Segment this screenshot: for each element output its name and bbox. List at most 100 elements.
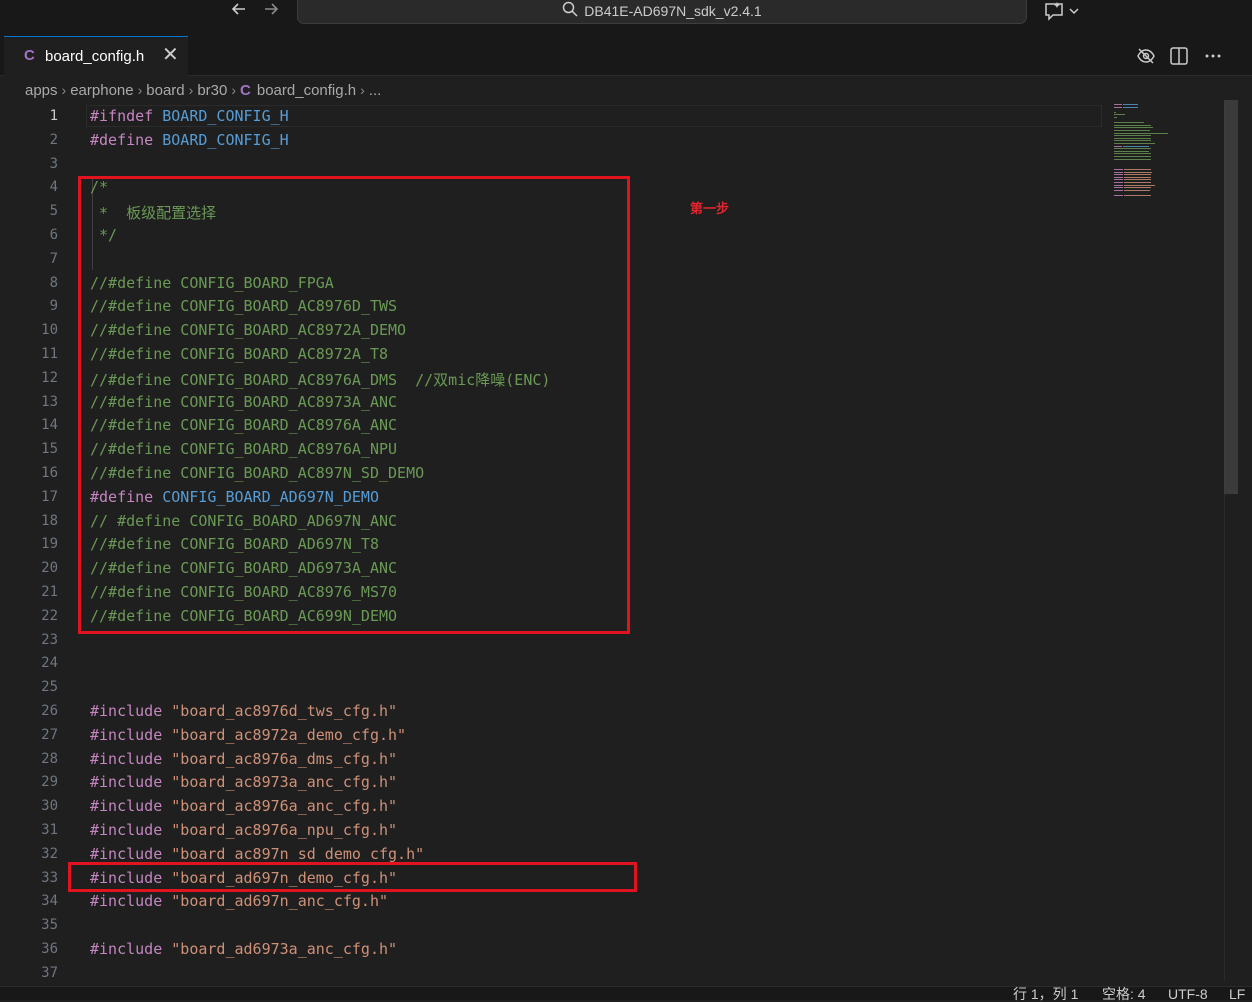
minimap-line bbox=[1122, 106, 1139, 108]
line-number: 3 bbox=[49, 155, 58, 172]
line-source: #include "board_ac8973a_anc_cfg.h" bbox=[90, 773, 397, 791]
line-source: #include "board_ac8976d_tws_cfg.h" bbox=[90, 702, 397, 720]
minimap-line bbox=[1123, 176, 1152, 178]
code-token: #include bbox=[90, 940, 163, 958]
scrollbar-thumb[interactable] bbox=[1224, 100, 1238, 494]
minimap-line bbox=[1114, 156, 1152, 157]
code-line[interactable]: 3 bbox=[0, 153, 1105, 177]
code-line[interactable]: 24 bbox=[0, 652, 1105, 676]
code-token: "board_ac8972a_demo_cfg.h" bbox=[171, 725, 407, 744]
more-actions-icon[interactable] bbox=[1203, 46, 1223, 66]
chevron-right-icon: › bbox=[231, 82, 237, 98]
highlight-box-defines bbox=[78, 176, 630, 634]
arrow-left-icon[interactable] bbox=[227, 0, 251, 24]
breadcrumb-earphone[interactable]: earphone bbox=[70, 82, 133, 99]
line-number: 31 bbox=[41, 822, 58, 838]
line-number: 25 bbox=[41, 679, 58, 696]
minimap-line bbox=[1114, 117, 1118, 118]
tab-label: board_config.h bbox=[45, 48, 145, 65]
minimap-line bbox=[1114, 150, 1150, 152]
code-line[interactable]: 28 #include "board_ac8976a_dms_cfg.h" bbox=[0, 748, 1105, 772]
minimap-line bbox=[1123, 171, 1153, 173]
code-line[interactable]: 27 #include "board_ac8972a_demo_cfg.h" bbox=[0, 724, 1105, 748]
code-line[interactable]: 1 #ifndef BOARD_CONFIG_H bbox=[0, 105, 1105, 129]
minimap-line bbox=[1114, 124, 1152, 126]
line-number: 32 bbox=[41, 845, 58, 862]
copilot-chat-icon[interactable] bbox=[1044, 1, 1084, 23]
c-file-icon: C bbox=[240, 82, 251, 99]
minimap-line bbox=[1114, 114, 1125, 116]
line-source: #ifndef BOARD_CONFIG_H bbox=[90, 107, 289, 125]
line-source: #include "board_ac8976a_dms_cfg.h" bbox=[90, 750, 397, 768]
code-token: #include bbox=[90, 725, 163, 744]
chevron-right-icon: › bbox=[188, 82, 194, 98]
minimap-line bbox=[1114, 111, 1117, 113]
minimap-line bbox=[1114, 171, 1123, 173]
code-token: #include bbox=[90, 844, 163, 863]
code-line[interactable]: 29 #include "board_ac8973a_anc_cfg.h" bbox=[0, 771, 1105, 795]
chevron-right-icon: › bbox=[360, 82, 365, 98]
line-number: 27 bbox=[41, 726, 58, 743]
line-number: 11 bbox=[41, 346, 58, 362]
code-line[interactable]: 25 bbox=[0, 676, 1105, 700]
minimap-line bbox=[1114, 176, 1123, 178]
minimap-line bbox=[1123, 179, 1152, 181]
code-token: "board_ac8976a_anc_cfg.h" bbox=[171, 797, 398, 816]
tab-bar: C board_config.h ✕ bbox=[0, 32, 1252, 76]
line-number: 2 bbox=[49, 131, 58, 148]
line-number: 26 bbox=[41, 703, 58, 719]
line-number: 24 bbox=[41, 655, 58, 672]
close-icon[interactable]: ✕ bbox=[162, 45, 179, 65]
line-number: 1 bbox=[49, 108, 58, 124]
hide-whitespace-icon[interactable] bbox=[1136, 46, 1156, 66]
breadcrumb-file[interactable]: board_config.h bbox=[257, 82, 356, 99]
code-line[interactable]: 31 #include "board_ac8976a_npu_cfg.h" bbox=[0, 819, 1105, 843]
chevron-right-icon: › bbox=[137, 82, 143, 98]
code-token: #include bbox=[90, 892, 163, 911]
chevron-right-icon: › bbox=[61, 82, 67, 98]
line-source: #define BOARD_CONFIG_H bbox=[90, 131, 289, 149]
minimap-line bbox=[1114, 137, 1152, 139]
minimap-line bbox=[1114, 122, 1144, 124]
c-file-icon: C bbox=[24, 47, 35, 64]
breadcrumb-more[interactable]: ... bbox=[369, 82, 382, 99]
line-number: 22 bbox=[41, 607, 58, 624]
line-source: #include "board_ad697n_anc_cfg.h" bbox=[90, 892, 388, 910]
line-number: 6 bbox=[49, 227, 58, 243]
code-token: "board_ac8976a_npu_cfg.h" bbox=[171, 821, 398, 839]
line-number: 23 bbox=[41, 631, 58, 648]
code-line[interactable]: 30 #include "board_ac8976a_anc_cfg.h" bbox=[0, 795, 1105, 819]
breadcrumb-br30[interactable]: br30 bbox=[197, 82, 227, 99]
code-line[interactable]: 26 #include "board_ac8976d_tws_cfg.h" bbox=[0, 700, 1105, 724]
minimap[interactable] bbox=[1110, 100, 1220, 210]
code-line[interactable]: 34 #include "board_ad697n_anc_cfg.h" bbox=[0, 890, 1105, 914]
line-number: 15 bbox=[41, 441, 58, 458]
line-number: 14 bbox=[41, 417, 58, 434]
code-line[interactable]: 36 #include "board_ad6973a_anc_cfg.h" bbox=[0, 938, 1105, 962]
tab-board-config[interactable]: C board_config.h ✕ bbox=[4, 36, 188, 76]
line-number: 20 bbox=[41, 560, 58, 577]
line-number: 34 bbox=[41, 893, 58, 910]
line-source: #include "board_ac8976a_anc_cfg.h" bbox=[90, 797, 397, 815]
command-center-search[interactable]: DB41E-AD697N_sdk_v2.4.1 bbox=[297, 0, 1027, 24]
split-editor-icon[interactable] bbox=[1169, 46, 1189, 66]
code-line[interactable]: 37 bbox=[0, 962, 1105, 986]
breadcrumb: apps › earphone › board › br30 › Cboard_config.h… bbox=[25, 82, 381, 102]
arrow-right-icon[interactable] bbox=[259, 0, 283, 24]
minimap-line bbox=[1114, 158, 1152, 160]
code-token: "board_ac8976d_tws_cfg.h" bbox=[171, 702, 398, 720]
line-number: 7 bbox=[49, 250, 58, 267]
breadcrumb-apps[interactable]: apps bbox=[25, 82, 58, 99]
minimap-line bbox=[1122, 104, 1139, 105]
code-line[interactable]: 35 bbox=[0, 914, 1105, 938]
code-token: "board_ac8976a_dms_cfg.h" bbox=[171, 749, 398, 768]
breadcrumb-board[interactable]: board bbox=[146, 82, 184, 99]
code-line[interactable]: 2 #define BOARD_CONFIG_H bbox=[0, 129, 1105, 153]
